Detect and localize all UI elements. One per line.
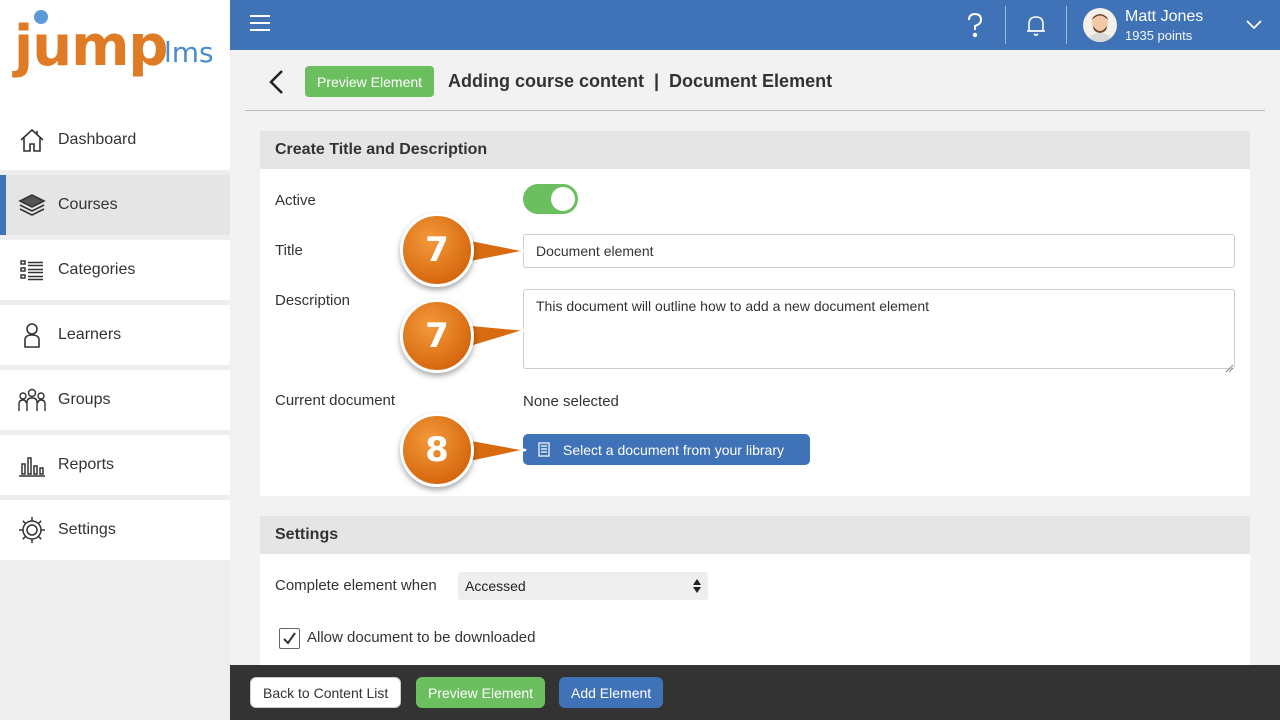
- allow-download-checkbox[interactable]: [279, 628, 300, 649]
- sidebar-item-label: Settings: [58, 521, 116, 538]
- group-icon: [18, 386, 46, 414]
- avatar[interactable]: [1083, 8, 1117, 42]
- chevron-down-icon[interactable]: [1245, 14, 1263, 38]
- active-label: Active: [275, 192, 316, 209]
- complete-element-label: Complete element when: [275, 577, 437, 594]
- sidebar-item-groups[interactable]: Groups: [0, 370, 230, 430]
- home-icon: [18, 126, 46, 154]
- bell-icon[interactable]: [1021, 10, 1051, 40]
- menu-icon[interactable]: [250, 15, 270, 33]
- gear-icon: [18, 516, 46, 544]
- title-input[interactable]: [523, 234, 1235, 268]
- preview-element-button[interactable]: Preview Element: [416, 677, 546, 708]
- current-document-label: Current document: [275, 392, 396, 409]
- title-label: Title: [275, 242, 303, 259]
- active-toggle[interactable]: [523, 184, 578, 214]
- allow-download-label: Allow document to be downloaded: [307, 629, 536, 646]
- sidebar-item-categories[interactable]: Categories: [0, 240, 230, 300]
- select-document-button[interactable]: Select a document from your library: [523, 434, 810, 465]
- page-title: Adding course content | Document Element: [448, 71, 833, 91]
- logo-suffix: lms: [164, 36, 214, 69]
- resize-handle-icon[interactable]: [1225, 358, 1234, 373]
- card-heading: Create Title and Description: [260, 131, 1250, 169]
- description-textarea[interactable]: This document will outline how to add a …: [523, 289, 1235, 369]
- preview-element-button[interactable]: Preview Element: [305, 66, 435, 97]
- callout-badge: 7: [400, 299, 474, 373]
- add-element-button[interactable]: Add Element: [559, 677, 664, 708]
- help-icon[interactable]: [960, 10, 990, 40]
- sidebar-item-dashboard[interactable]: Dashboard: [0, 110, 230, 170]
- user-points: 1935 points: [1125, 28, 1193, 43]
- topbar: Matt Jones 1935 points: [230, 0, 1280, 50]
- sidebar-item-reports[interactable]: Reports: [0, 435, 230, 495]
- complete-element-select[interactable]: Accessed: [458, 572, 708, 600]
- current-document-value: None selected: [523, 393, 619, 410]
- logo-main: jump: [14, 14, 168, 79]
- list-icon: [18, 256, 46, 284]
- sidebar-item-settings[interactable]: Settings: [0, 500, 230, 560]
- sidebar-item-learners[interactable]: Learners: [0, 305, 230, 365]
- document-icon: [538, 442, 550, 460]
- description-label: Description: [275, 292, 351, 309]
- layers-icon: [18, 191, 46, 219]
- topbar-divider: [1005, 6, 1006, 44]
- sidebar-item-label: Reports: [58, 456, 115, 473]
- sidebar-item-label: Learners: [58, 326, 122, 343]
- back-arrow-icon[interactable]: [265, 68, 289, 96]
- user-name[interactable]: Matt Jones: [1125, 8, 1203, 26]
- page-header: Preview Element Adding course content | …: [245, 56, 1265, 111]
- sidebar: jump lms Dashboard Courses Categories Le…: [0, 0, 230, 720]
- sidebar-item-courses[interactable]: Courses: [0, 175, 230, 235]
- select-arrows-icon: [692, 578, 702, 597]
- person-icon: [18, 321, 46, 349]
- complete-element-value: Accessed: [465, 578, 526, 594]
- sidebar-item-label: Courses: [58, 196, 118, 213]
- sidebar-item-label: Categories: [58, 261, 136, 278]
- bottom-action-bar: Back to Content List Preview Element Add…: [230, 665, 1280, 720]
- settings-card: Settings Complete element when Accessed …: [260, 516, 1250, 666]
- logo[interactable]: jump lms: [0, 0, 230, 110]
- callout-badge: 7: [400, 213, 474, 287]
- select-document-label: Select a document from your library: [563, 441, 784, 458]
- card-heading: Settings: [260, 516, 1250, 554]
- back-to-content-list-button[interactable]: Back to Content List: [250, 677, 402, 708]
- sidebar-item-label: Dashboard: [58, 131, 137, 148]
- bar-chart-icon: [18, 451, 46, 479]
- sidebar-item-label: Groups: [58, 391, 111, 408]
- callout-badge: 8: [400, 413, 474, 487]
- topbar-divider: [1066, 6, 1067, 44]
